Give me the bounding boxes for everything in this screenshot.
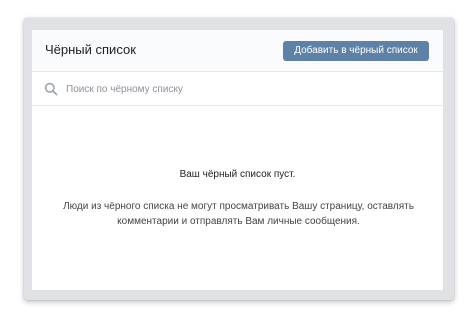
search-icon — [44, 82, 58, 96]
page-title: Чёрный список — [45, 42, 136, 57]
search-bar — [32, 72, 443, 106]
empty-state: Ваш чёрный список пуст. Люди из чёрного … — [32, 106, 443, 291]
blacklist-panel: Чёрный список Добавить в чёрный список В… — [31, 29, 444, 291]
panel-header: Чёрный список Добавить в чёрный список — [32, 30, 443, 72]
screenshot-stage: Чёрный список Добавить в чёрный список В… — [0, 0, 474, 318]
add-to-blacklist-button[interactable]: Добавить в чёрный список — [283, 41, 429, 61]
search-input[interactable] — [66, 79, 426, 99]
empty-state-title: Ваш чёрный список пуст. — [179, 169, 296, 180]
empty-state-description: Люди из чёрного списка не могут просматр… — [63, 201, 414, 227]
